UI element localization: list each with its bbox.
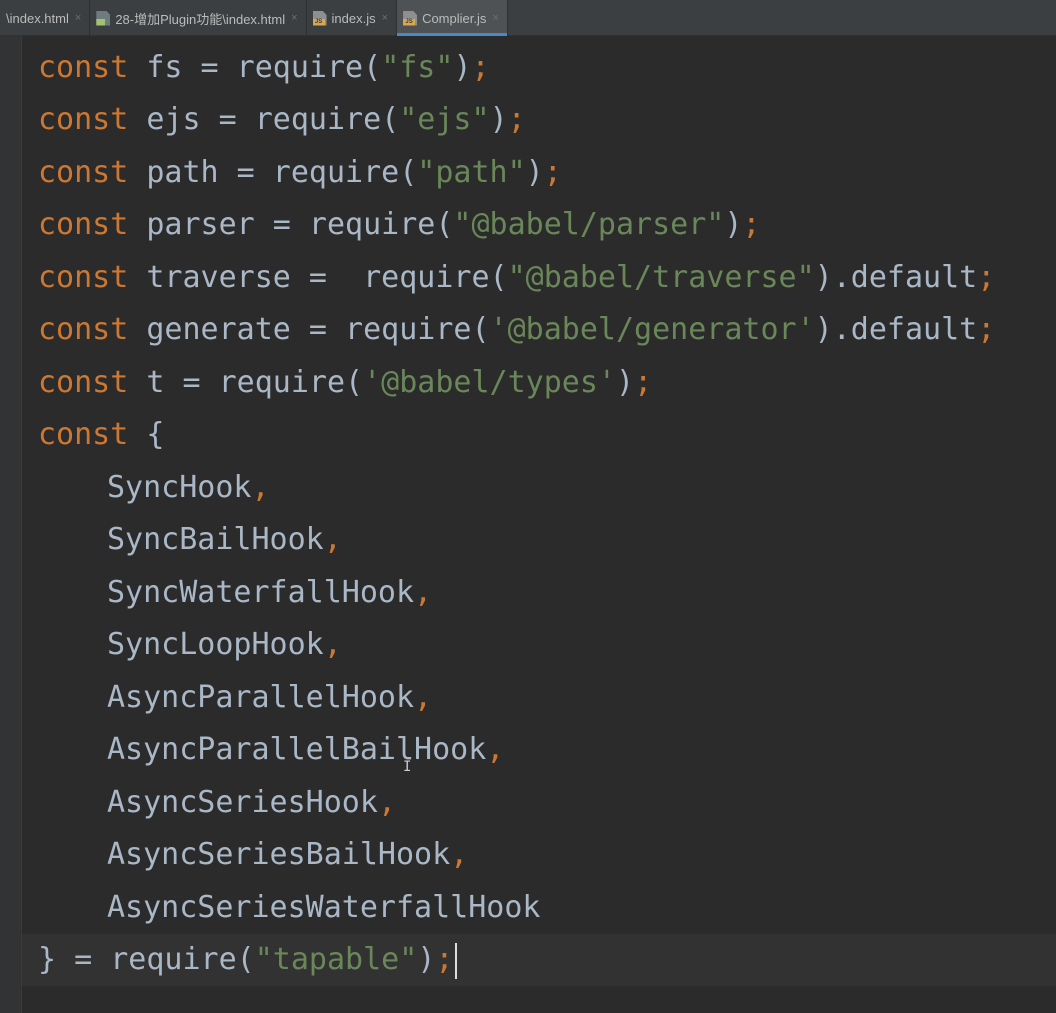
tab-label: index.js: [331, 10, 376, 26]
code-text: generate = require(: [128, 312, 490, 347]
code-text: t = require(: [128, 365, 364, 400]
js-file-icon: [312, 10, 327, 26]
keyword: const: [38, 207, 129, 242]
code-line[interactable]: AsyncSeriesHook,: [22, 777, 1056, 829]
code-line[interactable]: const path = require("path");: [22, 147, 1056, 199]
code-line[interactable]: const {: [22, 409, 1056, 461]
code-line[interactable]: AsyncSeriesWaterfallHook: [22, 882, 1056, 934]
editor-gutter[interactable]: [0, 36, 22, 1013]
html-file-icon: [96, 10, 111, 26]
semicolon: ;: [977, 260, 996, 295]
code-line[interactable]: const parser = require("@babel/parser");: [22, 199, 1056, 251]
close-icon[interactable]: ×: [291, 12, 297, 24]
semicolon: ;: [634, 365, 653, 400]
hook-name: AsyncParallelHook: [107, 680, 415, 715]
js-file-icon: [403, 10, 418, 26]
tab-complier-js[interactable]: Complier.js ×: [397, 0, 508, 36]
close-icon[interactable]: ×: [492, 12, 498, 24]
code-text: traverse = require(: [128, 260, 508, 295]
code-line[interactable]: SyncWaterfallHook,: [22, 567, 1056, 619]
semicolon: ;: [543, 155, 562, 190]
code-line[interactable]: AsyncSeriesBailHook,: [22, 829, 1056, 881]
comma: ,: [323, 522, 342, 557]
code-line[interactable]: AsyncParallelBailHook,: [22, 724, 1056, 776]
string-literal: "fs": [381, 50, 454, 85]
current-code-line[interactable]: } = require("tapable");: [22, 934, 1056, 986]
code-editor[interactable]: const fs = require("fs"); const ejs = re…: [22, 36, 1056, 1013]
string-literal: "tapable": [254, 942, 418, 977]
code-line[interactable]: const generate = require('@babel/generat…: [22, 304, 1056, 356]
semicolon: ;: [471, 50, 490, 85]
hook-name: SyncBailHook: [107, 522, 324, 557]
semicolon: ;: [435, 942, 454, 977]
code-text: ): [525, 155, 544, 190]
semicolon: ;: [977, 312, 996, 347]
tab-index-js[interactable]: index.js ×: [307, 0, 398, 36]
code-text: fs = require(: [128, 50, 382, 85]
code-text: ): [453, 50, 472, 85]
ide-window: \index.html × 28-增加Plugin功能\index.html ×…: [0, 0, 1056, 1013]
hook-name: SyncWaterfallHook: [107, 575, 415, 610]
string-literal: '@babel/generator': [489, 312, 815, 347]
code-line[interactable]: const fs = require("fs");: [22, 42, 1056, 94]
code-line[interactable]: SyncLoopHook,: [22, 619, 1056, 671]
string-literal: "@babel/parser": [453, 207, 725, 242]
code-line[interactable]: const traverse = require("@babel/travers…: [22, 252, 1056, 304]
keyword: const: [38, 102, 129, 137]
comma: ,: [486, 732, 505, 767]
tab-plugin-index-html[interactable]: 28-增加Plugin功能\index.html ×: [90, 0, 307, 36]
keyword: const: [38, 50, 129, 85]
close-icon[interactable]: ×: [75, 12, 81, 24]
hook-name: AsyncSeriesHook: [107, 785, 378, 820]
code-text: ejs = require(: [128, 102, 400, 137]
comma: ,: [450, 837, 469, 872]
hook-name: SyncHook: [107, 470, 252, 505]
code-line[interactable]: SyncHook,: [22, 462, 1056, 514]
tab-index-html-root[interactable]: \index.html ×: [0, 0, 91, 36]
code-line[interactable]: const t = require('@babel/types');: [22, 357, 1056, 409]
hook-name: AsyncSeriesWaterfallHook: [107, 890, 541, 925]
keyword: const: [38, 365, 129, 400]
code-text: ).default: [814, 312, 978, 347]
keyword: const: [38, 155, 129, 190]
comma: ,: [414, 575, 433, 610]
string-literal: "ejs": [399, 102, 490, 137]
string-literal: '@babel/types': [363, 365, 616, 400]
hook-name: SyncLoopHook: [107, 627, 324, 662]
code-line[interactable]: SyncBailHook,: [22, 514, 1056, 566]
keyword: const: [38, 312, 129, 347]
keyword: const: [38, 417, 129, 452]
code-text: path = require(: [128, 155, 418, 190]
code-text: parser = require(: [128, 207, 454, 242]
hook-name: AsyncParallelBailHook: [107, 732, 487, 767]
code-text: ): [489, 102, 508, 137]
keyword: const: [38, 260, 129, 295]
code-text: } = require(: [38, 942, 255, 977]
comma: ,: [251, 470, 270, 505]
comma: ,: [377, 785, 396, 820]
string-literal: "@babel/traverse": [507, 260, 815, 295]
close-icon[interactable]: ×: [382, 12, 388, 24]
text-caret: [455, 942, 458, 979]
comma: ,: [414, 680, 433, 715]
tab-label: Complier.js: [422, 10, 487, 26]
code-text: ): [616, 365, 635, 400]
ibeam-cursor-icon: I: [403, 759, 412, 775]
code-text: ).default: [814, 260, 978, 295]
tab-label: 28-增加Plugin功能\index.html: [115, 11, 286, 27]
editor-tab-bar: \index.html × 28-增加Plugin功能\index.html ×…: [0, 0, 1056, 36]
semicolon: ;: [507, 102, 526, 137]
code-line[interactable]: const ejs = require("ejs");: [22, 94, 1056, 146]
string-literal: "path": [417, 155, 526, 190]
comma: ,: [323, 627, 342, 662]
tab-label: \index.html: [6, 10, 69, 26]
code-text: ): [417, 942, 436, 977]
code-text: ): [724, 207, 743, 242]
semicolon: ;: [742, 207, 761, 242]
code-line[interactable]: AsyncParallelHook,: [22, 672, 1056, 724]
code-text: {: [128, 417, 165, 452]
hook-name: AsyncSeriesBailHook: [107, 837, 451, 872]
